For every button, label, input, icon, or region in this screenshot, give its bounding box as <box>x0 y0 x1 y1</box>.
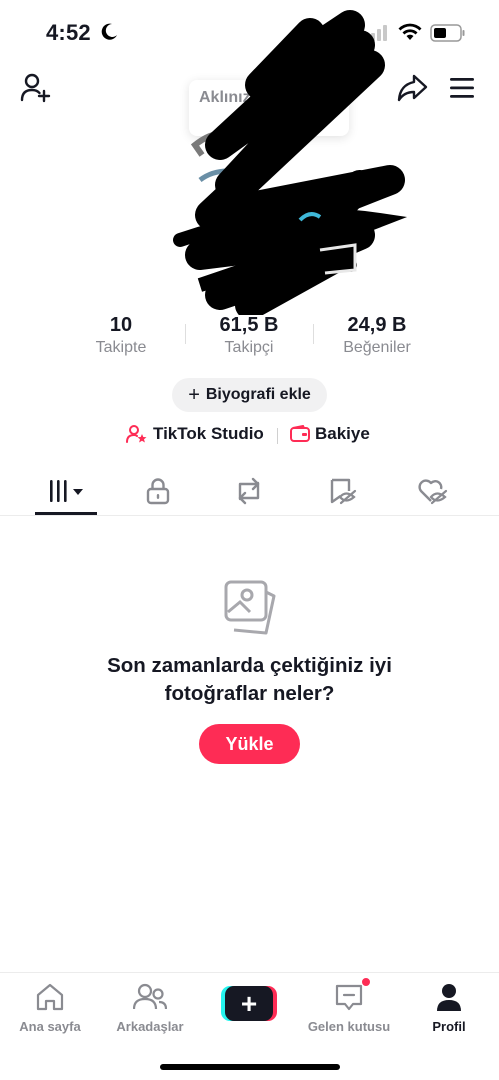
tab-private[interactable] <box>133 474 183 508</box>
profile-stats: 10 Takipte 61,5 B Takipçi 24,9 B Beğenil… <box>0 312 499 362</box>
home-indicator <box>160 1064 340 1070</box>
add-bio-label: Biyografi ekle <box>205 386 311 403</box>
profile-icon <box>437 984 461 1011</box>
moon-icon <box>101 23 117 40</box>
reposts-icon <box>238 477 260 505</box>
active-tab-indicator <box>35 512 97 515</box>
following-stat[interactable]: 10 Takipte <box>56 312 186 358</box>
profile-links: TikTok Studio Bakiye <box>0 422 499 450</box>
home-icon <box>36 983 64 1011</box>
following-label: Takipte <box>95 339 147 356</box>
liked-hidden-icon <box>418 479 448 505</box>
status-time: 4:52 <box>46 20 91 45</box>
private-lock-icon <box>146 478 170 505</box>
likes-stat[interactable]: 24,9 B Beğeniler <box>312 312 442 358</box>
nav-profile[interactable]: Profil <box>399 981 499 1034</box>
add-bio-button[interactable]: + Biyografi ekle <box>172 378 327 412</box>
nav-home-label: Ana sayfa <box>19 1019 81 1034</box>
videos-grid-icon <box>50 480 83 502</box>
nav-friends-label: Arkadaşlar <box>116 1019 184 1034</box>
following-count: 10 <box>109 314 133 336</box>
favorites-hidden-icon <box>330 478 357 505</box>
friends-icon <box>133 983 167 1010</box>
nav-friends[interactable]: Arkadaşlar <box>100 981 200 1034</box>
menu-icon[interactable] <box>448 76 476 100</box>
nav-home[interactable]: Ana sayfa <box>0 981 100 1034</box>
followers-count: 61,5 B <box>219 314 279 336</box>
nav-inbox[interactable]: Gelen kutusu <box>299 981 399 1034</box>
nav-profile-label: Profil <box>432 1019 466 1034</box>
balance-link[interactable]: Bakiye <box>290 424 370 444</box>
link-divider <box>277 428 278 444</box>
inbox-icon <box>335 984 363 1011</box>
likes-count: 24,9 B <box>347 314 407 336</box>
create-plus-icon: + <box>225 986 273 1021</box>
create-button[interactable]: + <box>221 986 277 1021</box>
followers-stat[interactable]: 61,5 B Takipçi <box>184 312 314 358</box>
stat-divider <box>185 324 186 344</box>
profile-tabs <box>0 468 499 516</box>
empty-state-line2: fotoğraflar neler? <box>164 682 335 705</box>
likes-label: Beğeniler <box>343 339 411 356</box>
add-friend-icon[interactable] <box>20 72 52 104</box>
tab-reposts[interactable] <box>224 474 274 508</box>
balance-label: Bakiye <box>315 424 370 443</box>
redaction-scribble <box>173 10 408 315</box>
empty-state-line1: Son zamanlarda çektiğiniz iyi <box>107 654 392 677</box>
battery-icon <box>430 24 465 42</box>
plus-icon: + <box>188 383 200 406</box>
photos-icon <box>224 580 276 635</box>
empty-state-title: Son zamanlarda çektiğiniz iyi fotoğrafla… <box>0 652 499 708</box>
inbox-notification-dot <box>361 977 371 987</box>
tiktok-studio-link[interactable]: TikTok Studio <box>126 424 264 444</box>
tiktok-studio-label: TikTok Studio <box>153 424 264 443</box>
nav-inbox-label: Gelen kutusu <box>307 1019 391 1034</box>
tab-favorites[interactable] <box>318 474 368 508</box>
followers-label: Takipçi <box>224 339 274 356</box>
tab-liked[interactable] <box>408 474 458 508</box>
stat-divider <box>313 324 314 344</box>
creator-star-icon <box>126 425 147 443</box>
upload-button[interactable]: Yükle <box>199 724 300 764</box>
wallet-icon <box>290 425 310 442</box>
tab-videos[interactable] <box>40 474 90 508</box>
